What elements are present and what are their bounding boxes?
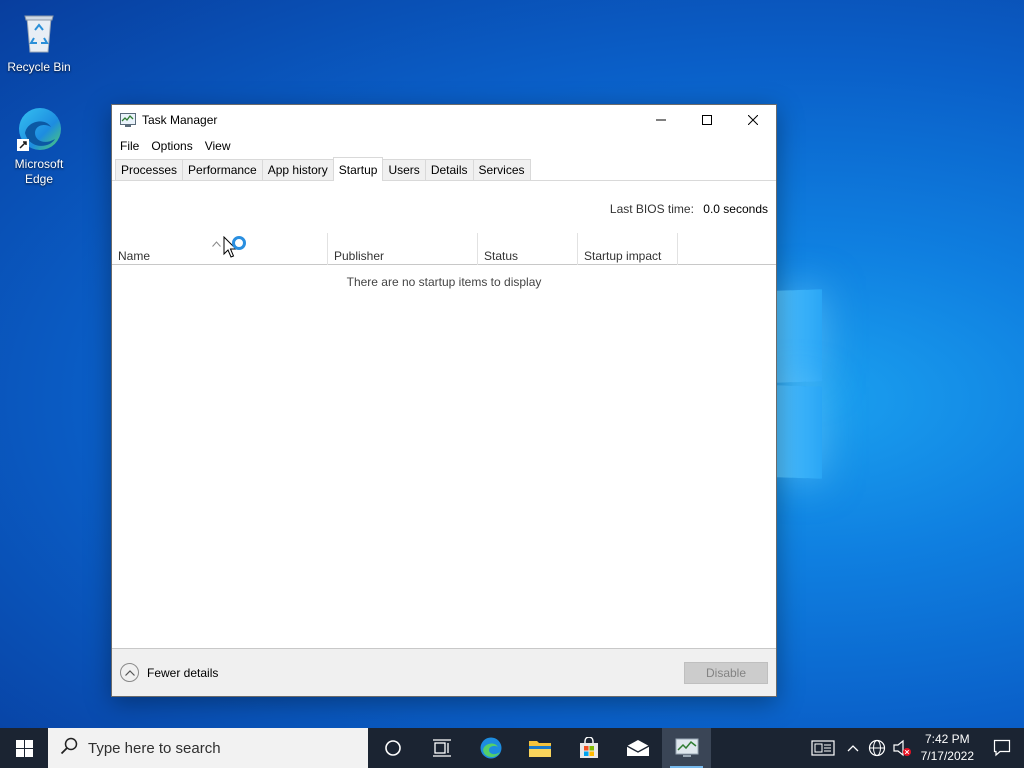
bios-time: Last BIOS time: 0.0 seconds xyxy=(610,202,768,216)
news-icon xyxy=(811,740,835,756)
column-name-label: Name xyxy=(118,249,151,263)
edge-icon xyxy=(480,737,501,759)
edge-icon xyxy=(15,105,63,153)
mouse-cursor-icon xyxy=(223,235,249,267)
taskbar-edge-button[interactable] xyxy=(466,728,515,768)
maximize-button[interactable] xyxy=(684,105,730,134)
column-publisher[interactable]: Publisher xyxy=(328,233,478,265)
column-startup-impact[interactable]: Startup impact xyxy=(578,233,678,265)
desktop-icon-microsoft-edge[interactable]: Microsoft Edge xyxy=(1,105,77,187)
volume-muted-icon xyxy=(893,739,911,757)
window-footer: Fewer details Disable xyxy=(112,648,776,696)
recycle-bin-label: Recycle Bin xyxy=(7,60,71,74)
start-button[interactable] xyxy=(0,728,48,768)
fewer-details-label: Fewer details xyxy=(147,665,219,680)
task-view-button[interactable] xyxy=(417,728,466,768)
tab-processes[interactable]: Processes xyxy=(115,159,184,180)
close-button[interactable] xyxy=(730,105,776,134)
tab-performance[interactable]: Performance xyxy=(182,159,263,180)
globe-network-icon xyxy=(868,739,885,757)
tab-startup[interactable]: Startup xyxy=(332,157,384,181)
task-manager-window: Task Manager File Options View Processes… xyxy=(111,104,777,697)
search-icon xyxy=(60,737,78,759)
clock[interactable]: 7:42 PM 7/17/2022 xyxy=(915,728,980,768)
bios-time-label: Last BIOS time: xyxy=(609,202,694,216)
news-widget-button[interactable] xyxy=(805,728,841,768)
column-header-row: Name Publisher Status Startup impact xyxy=(112,233,776,265)
startup-panel: Last BIOS time: 0.0 seconds Name Publish… xyxy=(112,181,776,648)
cortana-button[interactable] xyxy=(368,728,417,768)
show-hidden-icons-button[interactable] xyxy=(841,728,865,768)
column-status-label: Status xyxy=(484,249,519,263)
tab-users[interactable]: Users xyxy=(382,159,426,180)
desktop-icon-recycle-bin[interactable]: Recycle Bin xyxy=(1,8,77,75)
menu-options[interactable]: Options xyxy=(145,137,198,155)
edge-label: Microsoft Edge xyxy=(14,157,64,186)
fewer-details-button[interactable]: Fewer details xyxy=(120,663,218,682)
window-title: Task Manager xyxy=(142,113,218,127)
store-icon xyxy=(579,737,598,758)
tab-strip: Processes Performance App history Startu… xyxy=(112,157,776,181)
close-icon xyxy=(748,114,758,125)
chevron-up-icon xyxy=(847,745,859,752)
taskbar-search-box[interactable]: Type here to search xyxy=(48,728,368,768)
column-name[interactable]: Name xyxy=(112,233,328,265)
menu-file[interactable]: File xyxy=(114,137,145,155)
windows-start-icon xyxy=(15,739,33,757)
column-startup-impact-label: Startup impact xyxy=(584,249,662,263)
folder-icon xyxy=(528,741,551,757)
minimize-button[interactable] xyxy=(638,105,684,134)
system-tray: 7:42 PM 7/17/2022 xyxy=(805,728,1024,768)
title-bar[interactable]: Task Manager xyxy=(112,105,776,135)
maximize-icon xyxy=(702,114,712,125)
tab-app-history[interactable]: App history xyxy=(261,159,334,180)
action-center-button[interactable] xyxy=(980,728,1024,768)
clock-time: 7:42 PM xyxy=(924,732,970,746)
sort-ascending-icon xyxy=(212,236,221,250)
search-placeholder: Type here to search xyxy=(88,739,221,757)
cortana-icon xyxy=(384,740,401,756)
taskbar-task-manager-button[interactable] xyxy=(662,728,711,768)
menu-bar: File Options View xyxy=(112,135,776,157)
column-status[interactable]: Status xyxy=(478,233,578,265)
task-view-icon xyxy=(432,739,451,757)
taskbar: Type here to search 7:42 PM 7/17/2022 xyxy=(0,728,1024,768)
mail-button[interactable] xyxy=(613,728,662,768)
clock-date: 7/17/2022 xyxy=(920,749,974,763)
tab-services[interactable]: Services xyxy=(472,159,531,180)
task-manager-icon xyxy=(120,113,136,127)
task-manager-icon xyxy=(675,738,698,757)
volume-button[interactable] xyxy=(889,728,915,768)
chevron-up-icon xyxy=(120,663,139,682)
minimize-icon xyxy=(656,119,666,120)
notification-icon xyxy=(993,739,1011,757)
menu-view[interactable]: View xyxy=(199,137,237,155)
network-button[interactable] xyxy=(865,728,889,768)
microsoft-store-button[interactable] xyxy=(564,728,613,768)
empty-list-message: There are no startup items to display xyxy=(346,275,542,289)
wallpaper-windows-logo xyxy=(776,289,824,480)
column-publisher-label: Publisher xyxy=(334,249,385,263)
file-explorer-button[interactable] xyxy=(515,728,564,768)
disable-button[interactable]: Disable xyxy=(684,662,768,684)
tab-details[interactable]: Details xyxy=(424,159,474,180)
bios-time-value: 0.0 seconds xyxy=(703,202,768,216)
mail-icon xyxy=(626,740,649,756)
recycle-bin-icon xyxy=(15,8,63,56)
